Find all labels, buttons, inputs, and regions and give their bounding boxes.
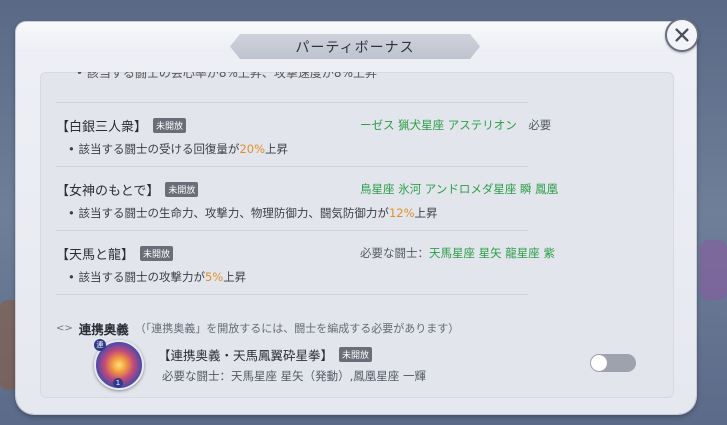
required-fighters: 鳥星座 氷河 アンドロメダ星座 瞬 鳳凰 <box>360 182 559 196</box>
party-bonus-dialog: パーティボーナス • 該当する闘士の会心率が8%上昇、攻撃速度が8%上昇 【白銀… <box>16 18 699 414</box>
bonus-name: 【天馬と龍】 <box>56 247 135 263</box>
status-badge: 未開放 <box>140 245 174 261</box>
status-badge: 未開放 <box>339 347 373 362</box>
bonus-description: • 該当する闘士の攻撃力が5%上昇 <box>68 270 247 284</box>
dialog-title: パーティボーナス <box>295 39 415 56</box>
bonus-value: 5% <box>204 270 224 284</box>
required-fighters: ーゼス 猟犬星座 アステリオン 必要 <box>360 118 552 132</box>
bonus-row: 【天馬と龍】 未開放 • 該当する闘士の攻撃力が5%上昇 必要な闘士：天馬星座 … <box>56 230 555 295</box>
bonus-header: 【女神のもとで】 未開放 <box>56 180 199 199</box>
bonus-row: 【白銀三人衆】 未開放 • 該当する闘士の受ける回復量が20%上昇 ーゼス 猟犬… <box>56 102 551 167</box>
status-badge: 未開放 <box>153 117 187 133</box>
title-bar: パーティボーナス <box>230 34 480 59</box>
skill-type-tag: 連 <box>94 339 106 351</box>
skill-requirement: 必要な闘士：天馬星座 星矢（発動）,鳳凰星座 一輝 <box>162 369 426 383</box>
close-button[interactable] <box>665 18 699 52</box>
bonus-row-partial-desc: • 該当する闘士の会心率が8%上昇、攻撃速度が8%上昇 <box>76 72 377 80</box>
bonus-list-panel[interactable]: • 該当する闘士の会心率が8%上昇、攻撃速度が8%上昇 【白銀三人衆】 未開放 … <box>40 72 674 398</box>
skill-name: 【連携奥義・天馬鳳翼砕星拳】 <box>158 348 334 363</box>
bonus-value: 12% <box>388 206 415 220</box>
row-divider <box>56 294 528 296</box>
linked-skill-note: （「連携奥義」を開放するには、闘士を編成する必要があります） <box>134 322 460 335</box>
required-fighters: 必要な闘士：天馬星座 星矢 龍星座 紫 <box>360 246 555 260</box>
background-deco <box>700 240 727 300</box>
close-icon <box>675 28 689 42</box>
bonus-header: 【天馬と龍】 未開放 <box>56 244 174 263</box>
skill-count-badge: 1 <box>113 378 123 388</box>
status-badge: 未開放 <box>165 181 199 197</box>
bonus-description: • 該当する闘士の生命力、攻撃力、物理防御力、闘気防御力が12%上昇 <box>68 206 438 220</box>
bonus-description: • 該当する闘士の受ける回復量が20%上昇 <box>68 142 288 156</box>
bonus-row-partial: • 該当する闘士の会心率が8%上昇、攻撃速度が8%上昇 <box>56 72 526 92</box>
chevrons-icon: <> <box>56 322 73 334</box>
linked-skill-label: 連携奥義 <box>78 321 129 337</box>
bonus-value: 20% <box>239 142 265 156</box>
bonus-name: 【女神のもとで】 <box>56 183 160 199</box>
skill-title: 【連携奥義・天馬鳳翼砕星拳】 未開放 <box>158 345 373 364</box>
bonus-header: 【白銀三人衆】 未開放 <box>56 116 187 135</box>
toggle-knob <box>591 355 607 371</box>
bonus-row: 【女神のもとで】 未開放 • 該当する闘士の生命力、攻撃力、物理防御力、闘気防御… <box>56 166 558 231</box>
skill-toggle[interactable] <box>590 354 636 372</box>
bonus-name: 【白銀三人衆】 <box>56 119 148 135</box>
linked-skill-header: <> 連携奥義 （「連携奥義」を開放するには、闘士を編成する必要があります） <box>56 318 656 338</box>
